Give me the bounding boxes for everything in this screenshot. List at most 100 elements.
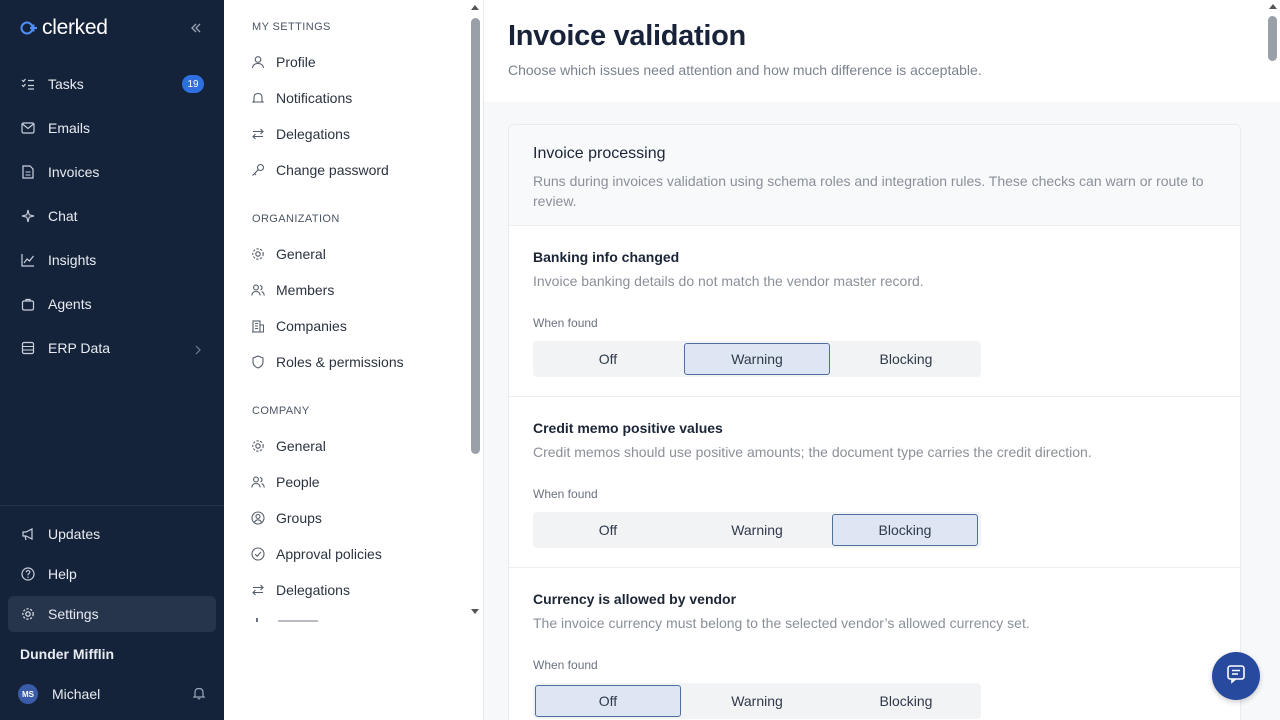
when-found-label: When found (533, 487, 598, 501)
subnav-label: General (276, 246, 326, 262)
rule-description: Credit memos should use positive amounts… (533, 444, 1092, 460)
option-warning[interactable]: Warning (684, 514, 830, 546)
user-icon (250, 54, 266, 70)
when-found-label: When found (533, 316, 598, 330)
line-chart-icon (20, 252, 36, 268)
nav-label-tasks: Tasks (48, 76, 84, 92)
option-blocking[interactable]: Blocking (833, 343, 979, 375)
nav-item-agents[interactable]: Agents (8, 286, 216, 322)
building-icon (250, 318, 266, 334)
subnav-label: Approval policies (276, 546, 382, 562)
sparkle-chat-icon (20, 208, 36, 224)
option-warning[interactable]: Warning (684, 343, 830, 375)
mail-icon (20, 120, 36, 136)
nav-item-emails[interactable]: Emails (8, 110, 216, 146)
subnav-item-groups[interactable]: Groups (250, 504, 322, 532)
option-blocking[interactable]: Blocking (833, 685, 979, 717)
nav-item-updates[interactable]: Updates (8, 516, 216, 552)
agent-bag-icon (20, 296, 36, 312)
main-content: Invoice validation Choose which issues n… (484, 0, 1280, 720)
option-warning[interactable]: Warning (684, 685, 830, 717)
org-switcher[interactable]: Dunder Mifflin (8, 636, 216, 672)
nav-item-settings[interactable]: Settings (8, 596, 216, 632)
rule-mode-selector: Off Warning Blocking (533, 341, 981, 377)
subnav-item-companies[interactable]: Companies (250, 312, 347, 340)
rule-description: Invoice banking details do not match the… (533, 273, 924, 289)
nav-item-chat[interactable]: Chat (8, 198, 216, 234)
rule-title: Banking info changed (533, 249, 680, 265)
option-off[interactable]: Off (535, 514, 681, 546)
megaphone-icon (20, 526, 36, 542)
chat-launcher-button[interactable] (1212, 652, 1260, 700)
users-icon (250, 474, 266, 490)
option-off[interactable]: Off (535, 343, 681, 375)
nav-label-updates: Updates (48, 526, 101, 542)
option-off[interactable]: Off (535, 685, 681, 717)
brand-name: clerked (42, 16, 108, 39)
option-blocking[interactable]: Blocking (832, 514, 978, 546)
subnav-label: Members (276, 282, 335, 298)
page-title: Invoice validation (508, 20, 746, 52)
section-organization: ORGANIZATION (252, 213, 340, 225)
subnav-label: Delegations (276, 582, 350, 598)
subnav-scroll-down-arrow[interactable] (471, 609, 479, 614)
bell-icon[interactable] (192, 686, 206, 703)
gear-icon (250, 246, 266, 262)
subnav-item-org-general[interactable]: General (250, 240, 326, 268)
page-header: Invoice validation Choose which issues n… (484, 0, 1280, 102)
subnav-scroll-up-arrow[interactable] (471, 5, 479, 10)
nav-item-insights[interactable]: Insights (8, 242, 216, 278)
card-header: Invoice processing Runs during invoices … (509, 125, 1240, 226)
user-menu[interactable]: MS Michael (8, 676, 216, 712)
key-icon (250, 162, 266, 178)
nav-item-help[interactable]: Help (8, 556, 216, 592)
section-my-settings: MY SETTINGS (252, 21, 331, 33)
nav-label-emails: Emails (48, 120, 91, 136)
subnav-label: People (276, 474, 320, 490)
subnav-item-notifications[interactable]: Notifications (250, 84, 352, 112)
user-name: Michael (52, 686, 101, 702)
nav-item-erp-data[interactable]: ERP Data (8, 330, 216, 366)
subnav-label: General (276, 438, 326, 454)
rule-description: The invoice currency must belong to the … (533, 615, 1030, 631)
subnav-label: Roles & permissions (276, 354, 404, 370)
users-icon (250, 282, 266, 298)
chevron-right-icon (194, 342, 202, 358)
check-circle-icon (250, 546, 266, 562)
main-scrollbar-thumb[interactable] (1268, 16, 1277, 61)
nav-label-insights: Insights (48, 252, 97, 268)
subnav-item-change-password[interactable]: Change password (250, 156, 389, 184)
main-scroll-up-arrow[interactable] (1269, 4, 1277, 9)
settings-subnav: MY SETTINGS Profile Notifications Delega… (224, 0, 484, 720)
invoice-processing-card: Invoice processing Runs during invoices … (508, 124, 1241, 720)
subnav-item-members[interactable]: Members (250, 276, 334, 304)
double-chevron-left-icon (191, 23, 201, 33)
subnav-item-company-general[interactable]: General (250, 432, 326, 460)
nav-label-settings: Settings (48, 606, 99, 622)
card-description: Runs during invoices validation using sc… (533, 173, 1204, 209)
brand-logo[interactable]: clerked (20, 16, 108, 40)
collapse-sidebar-button[interactable] (186, 18, 206, 38)
section-company: COMPANY (252, 405, 310, 417)
nav-label-erp-data: ERP Data (48, 340, 110, 356)
subnav-item-approval-policies[interactable]: Approval policies (250, 540, 382, 568)
subnav-item-people[interactable]: People (250, 468, 320, 496)
nav-item-tasks[interactable]: Tasks 19 (8, 66, 216, 102)
page-subtitle: Choose which issues need attention and h… (508, 62, 982, 78)
subnav-label: Change password (276, 162, 389, 178)
when-found-label: When found (533, 658, 598, 672)
rule-mode-selector: Off Warning Blocking (533, 683, 981, 719)
tasks-count-badge: 19 (182, 75, 204, 93)
bell-icon (250, 90, 266, 106)
subnav-item-profile[interactable]: Profile (250, 48, 316, 76)
subnav-scrollbar-thumb[interactable] (471, 18, 480, 454)
nav-item-invoices[interactable]: Invoices (8, 154, 216, 190)
subnav-label: Companies (276, 318, 347, 334)
subnav-label: Groups (276, 510, 322, 526)
nav-label-chat: Chat (48, 208, 78, 224)
subnav-item-delegations[interactable]: Delegations (250, 120, 350, 148)
subnav-label: Profile (276, 54, 316, 70)
subnav-item-company-delegations[interactable]: Delegations (250, 576, 350, 604)
subnav-item-roles-permissions[interactable]: Roles & permissions (250, 348, 404, 376)
help-circle-icon (20, 566, 36, 582)
